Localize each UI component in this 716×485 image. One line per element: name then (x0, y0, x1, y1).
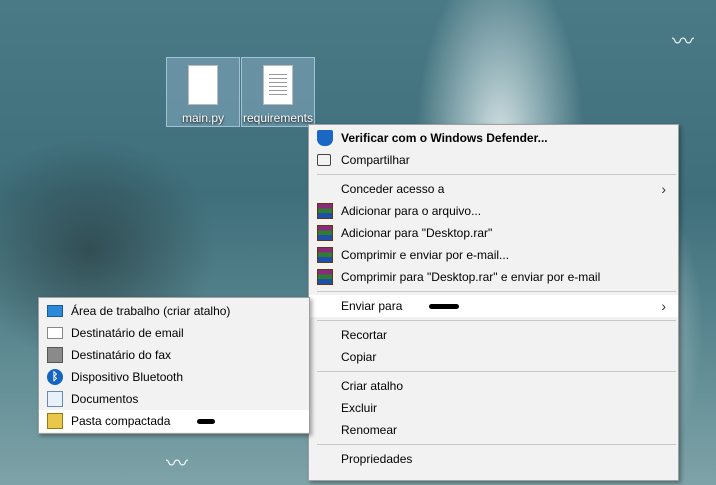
menu-item-share[interactable]: Compartilhar (309, 149, 678, 171)
bird-decoration: 〰 (672, 29, 695, 54)
menu-item-label: Comprimir e enviar por e-mail... (341, 248, 510, 262)
zip-folder-icon (47, 413, 63, 429)
menu-separator (317, 444, 676, 445)
menu-item-properties[interactable]: Propriedades (309, 448, 678, 470)
desktop-icon-requirements[interactable]: requirements (241, 57, 315, 127)
winrar-icon (317, 203, 333, 219)
menu-item-compress-email[interactable]: Comprimir e enviar por e-mail... (309, 244, 678, 266)
submenu-item-label: Documentos (71, 392, 139, 406)
menu-item-label: Copiar (341, 350, 377, 364)
menu-item-cut[interactable]: Recortar (309, 324, 678, 346)
menu-item-create-shortcut[interactable]: Criar atalho (309, 375, 678, 397)
mail-recipient-icon (47, 327, 63, 339)
menu-item-compress-desktop-rar-email[interactable]: Comprimir para "Desktop.rar" e enviar po… (309, 266, 678, 288)
file-icon (188, 65, 218, 105)
submenu-item-label: Destinatário do fax (71, 348, 172, 362)
menu-item-send-to[interactable]: Enviar para › (309, 295, 678, 317)
submenu-item-label: Área de trabalho (criar atalho) (71, 304, 231, 318)
submenu-item-documents[interactable]: Documentos (39, 388, 309, 410)
winrar-icon (317, 269, 333, 285)
fax-icon (47, 347, 63, 363)
context-menu: Verificar com o Windows Defender... Comp… (308, 124, 679, 481)
documents-icon (47, 391, 63, 407)
menu-item-label: Adicionar para o arquivo... (341, 204, 482, 218)
menu-separator (317, 371, 676, 372)
winrar-icon (317, 225, 333, 241)
submenu-item-mail-recipient[interactable]: Destinatário de email (39, 322, 309, 344)
menu-separator (317, 174, 676, 175)
menu-item-windows-defender[interactable]: Verificar com o Windows Defender... (309, 127, 678, 149)
menu-separator (317, 291, 676, 292)
menu-item-label: Renomear (341, 423, 398, 437)
menu-item-label: Adicionar para "Desktop.rar" (341, 226, 493, 240)
desktop-icon-main-py[interactable]: main.py (166, 57, 240, 127)
winrar-icon (317, 247, 333, 263)
windows-defender-icon (317, 130, 333, 146)
desktop-icon-label: main.py (181, 111, 225, 125)
submenu-item-label: Dispositivo Bluetooth (71, 370, 184, 384)
bluetooth-icon: ᛒ (47, 369, 63, 385)
menu-item-add-to-archive[interactable]: Adicionar para o arquivo... (309, 200, 678, 222)
redaction-mark (429, 304, 459, 309)
text-file-icon (263, 65, 293, 105)
share-icon (317, 154, 331, 166)
menu-item-label: Propriedades (341, 452, 413, 466)
menu-item-label: Excluir (341, 401, 378, 415)
desktop-icon-label: requirements (242, 111, 314, 125)
bird-decoration: 〰 (166, 451, 189, 476)
submenu-item-bluetooth[interactable]: ᛒ Dispositivo Bluetooth (39, 366, 309, 388)
send-to-submenu: Área de trabalho (criar atalho) Destinat… (38, 297, 310, 434)
chevron-right-icon: › (661, 181, 666, 197)
menu-item-add-to-desktop-rar[interactable]: Adicionar para "Desktop.rar" (309, 222, 678, 244)
menu-item-label: Comprimir para "Desktop.rar" e enviar po… (341, 270, 601, 284)
menu-item-delete[interactable]: Excluir (309, 397, 678, 419)
menu-separator (317, 320, 676, 321)
menu-item-label: Criar atalho (341, 379, 404, 393)
menu-item-label: Recortar (341, 328, 388, 342)
submenu-item-desktop-shortcut[interactable]: Área de trabalho (criar atalho) (39, 300, 309, 322)
menu-item-rename[interactable]: Renomear (309, 419, 678, 441)
submenu-item-fax-recipient[interactable]: Destinatário do fax (39, 344, 309, 366)
chevron-right-icon: › (661, 298, 666, 314)
menu-item-label: Enviar para (341, 299, 403, 313)
menu-item-label: Verificar com o Windows Defender... (341, 131, 548, 145)
menu-item-grant-access[interactable]: Conceder acesso a › (309, 178, 678, 200)
menu-item-label: Conceder acesso a (341, 182, 445, 196)
submenu-item-compressed-folder[interactable]: Pasta compactada (39, 410, 309, 432)
desktop-monitor-icon (47, 305, 63, 317)
menu-item-label: Compartilhar (341, 153, 410, 167)
menu-item-copy[interactable]: Copiar (309, 346, 678, 368)
submenu-item-label: Pasta compactada (71, 414, 171, 428)
redaction-mark (197, 419, 215, 424)
submenu-item-label: Destinatário de email (71, 326, 184, 340)
